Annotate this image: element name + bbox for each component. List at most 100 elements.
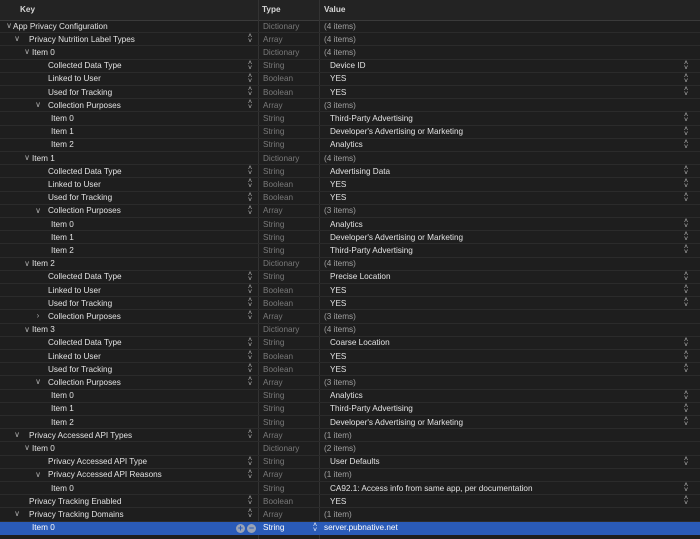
key-picker-stepper-icon[interactable]: ˄ ˅	[246, 456, 254, 468]
value-picker-stepper-icon[interactable]: ˄ ˅	[682, 112, 690, 124]
row-type[interactable]: Array	[263, 101, 283, 110]
disclosure-open-icon[interactable]: ∨	[22, 443, 32, 453]
plist-row[interactable]: Linked to User ˄ ˅ Boolean YES ˄ ˅	[0, 350, 700, 364]
plist-row[interactable]: ∨ Privacy Nutrition Label Types ˄ ˅ Array (4 …	[0, 33, 700, 47]
disclosure-open-icon[interactable]: ∨	[33, 206, 43, 216]
row-key[interactable]: Collected Data Type	[48, 338, 122, 347]
row-type[interactable]: Array	[263, 35, 283, 44]
row-type[interactable]: String	[263, 272, 284, 281]
disclosure-open-icon[interactable]: ∨	[12, 430, 22, 440]
row-value[interactable]: Coarse Location	[330, 338, 390, 347]
plist-row[interactable]: ∨ Item 0 Dictionary (2 items)	[0, 442, 700, 456]
value-picker-stepper-icon[interactable]: ˄ ˅	[682, 86, 690, 98]
row-type[interactable]: Boolean	[263, 299, 293, 308]
plist-row[interactable]: ∨ App Privacy Configuration Dictionary (4 i…	[0, 20, 700, 34]
disclosure-open-icon[interactable]: ∨	[22, 153, 32, 163]
row-key[interactable]: Linked to User	[48, 74, 101, 83]
row-type[interactable]: String	[263, 140, 284, 149]
type-picker-stepper-icon[interactable]: ˄ ˅	[311, 522, 319, 534]
row-type[interactable]: Array	[263, 206, 283, 215]
row-type[interactable]: Boolean	[263, 74, 293, 83]
row-type[interactable]: Boolean	[263, 286, 293, 295]
row-key[interactable]: App Privacy Configuration	[13, 22, 108, 31]
plist-row[interactable]: Item 1 String Developer's Advertising or M…	[0, 126, 700, 139]
row-value[interactable]: CA92.1: Access info from same app, per d…	[330, 484, 533, 493]
value-picker-stepper-icon[interactable]: ˄ ˅	[682, 60, 690, 72]
row-key[interactable]: Item 1	[51, 233, 74, 242]
key-picker-stepper-icon[interactable]: ˄ ˅	[246, 178, 254, 190]
value-picker-stepper-icon[interactable]: ˄ ˅	[682, 218, 690, 230]
row-type[interactable]: String	[263, 404, 284, 413]
row-value[interactable]: YES	[330, 352, 346, 361]
row-type[interactable]: String	[263, 391, 284, 400]
row-value[interactable]: Developer's Advertising or Marketing	[330, 233, 463, 242]
row-type[interactable]: String	[263, 61, 284, 70]
row-value[interactable]: Third-Party Advertising	[330, 114, 413, 123]
row-type[interactable]: Boolean	[263, 88, 293, 97]
value-picker-stepper-icon[interactable]: ˄ ˅	[682, 482, 690, 494]
row-key[interactable]: Item 0	[32, 48, 55, 57]
row-type[interactable]: String	[263, 457, 284, 466]
row-type[interactable]: String	[263, 167, 284, 176]
disclosure-open-icon[interactable]: ∨	[33, 377, 43, 387]
key-picker-stepper-icon[interactable]: ˄ ˅	[246, 469, 254, 481]
row-type[interactable]: Array	[263, 312, 283, 321]
row-key[interactable]: Item 0	[51, 114, 74, 123]
value-picker-stepper-icon[interactable]: ˄ ˅	[682, 416, 690, 428]
plist-row[interactable]: ∨ Collection Purposes ˄ ˅ Array (3 items)	[0, 205, 700, 218]
row-key[interactable]: Collected Data Type	[48, 61, 122, 70]
row-key[interactable]: Linked to User	[48, 352, 101, 361]
plist-row[interactable]: Privacy Tracking Enabled ˄ ˅ Boolean YES ˄ ˅	[0, 495, 700, 509]
plist-row[interactable]: Linked to User ˄ ˅ Boolean YES ˄ ˅	[0, 73, 700, 86]
value-picker-stepper-icon[interactable]: ˄ ˅	[682, 390, 690, 402]
row-key[interactable]: Item 0	[51, 484, 74, 493]
row-value[interactable]: YES	[330, 88, 346, 97]
key-picker-stepper-icon[interactable]: ˄ ˅	[246, 33, 254, 45]
plist-row[interactable]: Item 1 String Third-Party Advertising ˄ ˅	[0, 403, 700, 416]
row-key[interactable]: Collected Data Type	[48, 272, 122, 281]
key-picker-stepper-icon[interactable]: ˄ ˅	[246, 495, 254, 507]
plist-row[interactable]: Item 0 String Analytics ˄ ˅	[0, 390, 700, 403]
key-picker-stepper-icon[interactable]: ˄ ˅	[246, 337, 254, 349]
plist-row[interactable]: Item 0 String CA92.1: Access info from sam…	[0, 482, 700, 496]
row-key[interactable]: Item 0	[51, 220, 74, 229]
row-key[interactable]: Item 3	[32, 325, 55, 334]
plist-row[interactable]: ∨ Privacy Accessed API Types ˄ ˅ Array (1 ite…	[0, 429, 700, 443]
row-type[interactable]: Boolean	[263, 352, 293, 361]
row-key[interactable]: Used for Tracking	[48, 88, 112, 97]
value-picker-stepper-icon[interactable]: ˄ ˅	[682, 271, 690, 283]
row-value[interactable]: YES	[330, 180, 346, 189]
key-picker-stepper-icon[interactable]: ˄ ˅	[246, 297, 254, 309]
plist-row[interactable]: ∨ Collection Purposes ˄ ˅ Array (3 items)	[0, 376, 700, 390]
row-value[interactable]: YES	[330, 286, 346, 295]
row-key[interactable]: Privacy Accessed API Type	[48, 457, 147, 466]
row-key[interactable]: Item 2	[32, 259, 55, 268]
row-type[interactable]: Array	[263, 431, 283, 440]
row-type[interactable]: String	[263, 127, 284, 136]
key-picker-stepper-icon[interactable]: ˄ ˅	[246, 363, 254, 375]
disclosure-open-icon[interactable]: ∨	[12, 34, 22, 44]
plist-row[interactable]: Collected Data Type ˄ ˅ String Coarse Locati…	[0, 337, 700, 350]
row-value[interactable]: Device ID	[330, 61, 366, 70]
row-key[interactable]: Item 0	[32, 444, 55, 453]
value-picker-stepper-icon[interactable]: ˄ ˅	[682, 456, 690, 468]
value-picker-stepper-icon[interactable]: ˄ ˅	[682, 495, 690, 507]
row-value[interactable]: Analytics	[330, 220, 363, 229]
row-type[interactable]: String	[263, 233, 284, 242]
row-type[interactable]: Boolean	[263, 193, 293, 202]
row-value[interactable]: YES	[330, 74, 346, 83]
row-value[interactable]: Precise Location	[330, 272, 391, 281]
row-key[interactable]: Collection Purposes	[48, 378, 121, 387]
key-picker-stepper-icon[interactable]: ˄ ˅	[246, 376, 254, 388]
disclosure-open-icon[interactable]: ∨	[12, 509, 22, 519]
row-key[interactable]: Privacy Accessed API Reasons	[48, 470, 162, 479]
value-picker-stepper-icon[interactable]: ˄ ˅	[682, 139, 690, 151]
row-type[interactable]: Dictionary	[263, 22, 299, 31]
key-picker-stepper-icon[interactable]: ˄ ˅	[246, 205, 254, 217]
row-type[interactable]: String	[263, 114, 284, 123]
value-picker-stepper-icon[interactable]: ˄ ˅	[682, 403, 690, 415]
row-key[interactable]: Item 1	[51, 127, 74, 136]
row-key[interactable]: Linked to User	[48, 180, 101, 189]
value-picker-stepper-icon[interactable]: ˄ ˅	[682, 350, 690, 362]
plist-row[interactable]: ∨ Item 3 Dictionary (4 items)	[0, 324, 700, 337]
